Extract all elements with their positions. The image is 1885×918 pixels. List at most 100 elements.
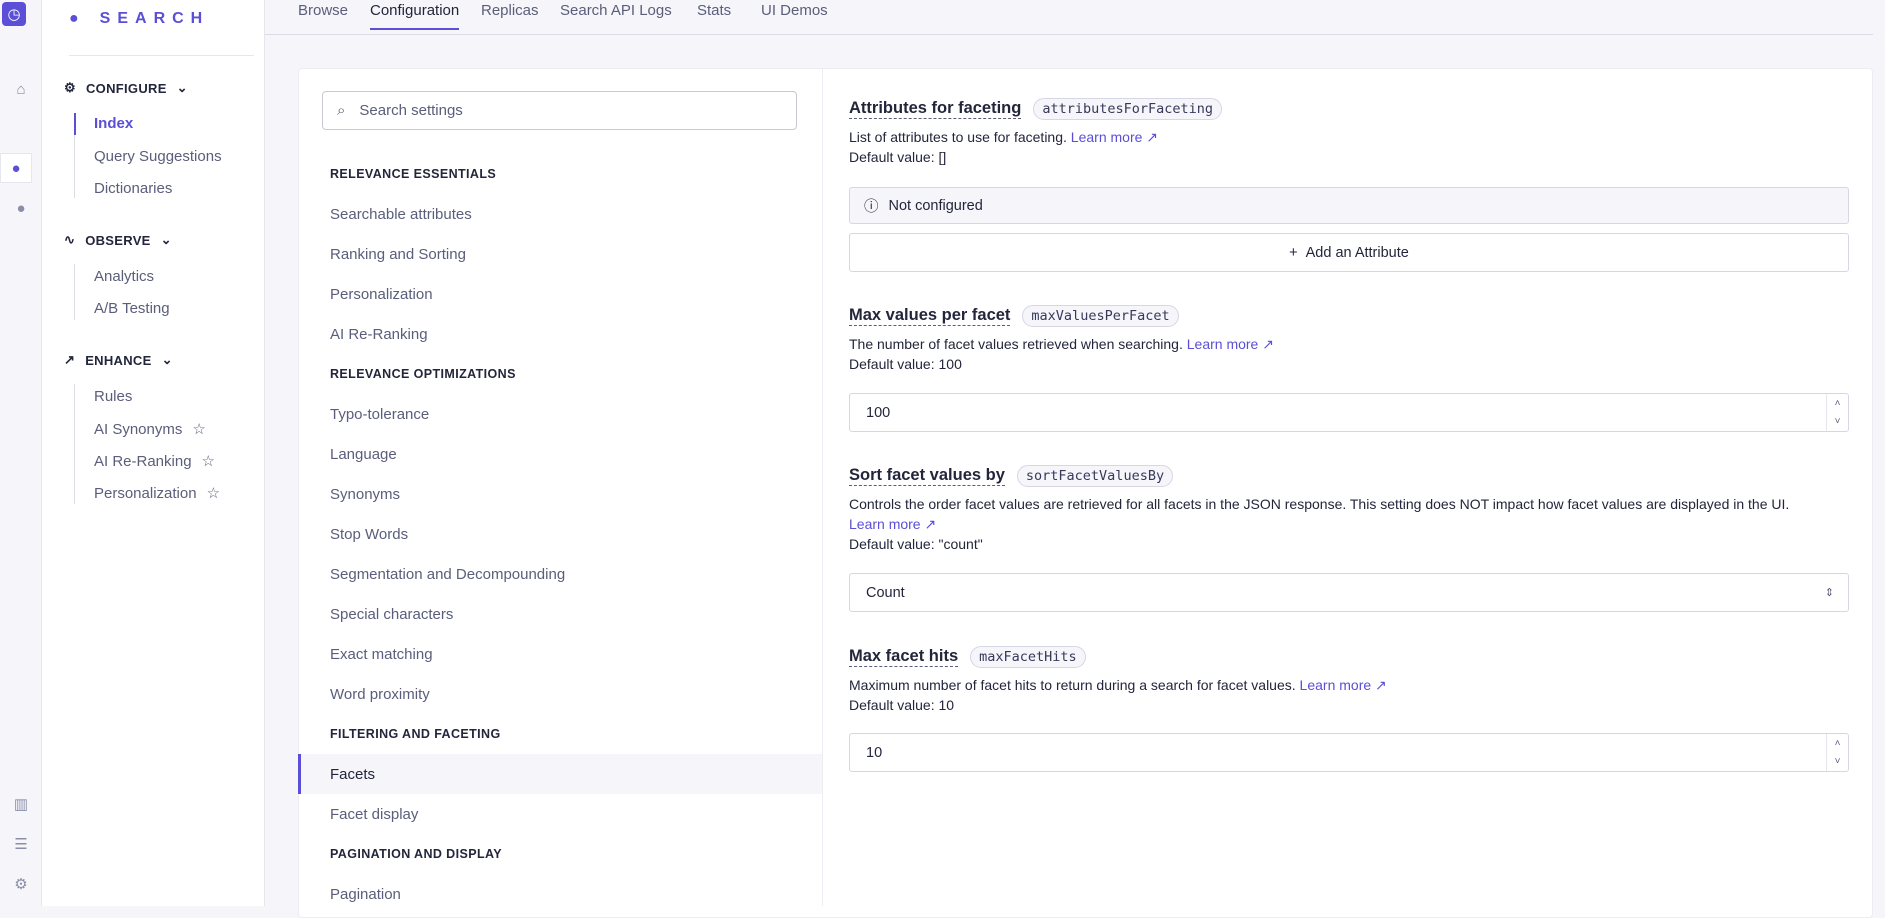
sidebar-item-ai-re-ranking[interactable]: AI Re-Ranking ☆ [94,452,215,471]
sidebar-item-index[interactable]: Index [94,115,133,132]
chart-icon[interactable]: ▥ [6,789,36,819]
settings-section-header: PAGINATION AND DISPLAY [330,847,503,861]
item-label: AI Synonyms [94,420,183,438]
tab-ui-demos[interactable]: UI Demos [761,2,828,28]
tab-replicas[interactable]: Replicas [481,2,539,28]
settings-item-pagination[interactable]: Pagination [298,874,822,914]
group-observe[interactable]: ∿ OBSERVE ⌄ [64,232,172,248]
bulb-icon[interactable]: ● [6,193,36,223]
group-label: CONFIGURE [85,80,167,96]
settings-item-segmentation-and-decompounding[interactable]: Segmentation and Decompounding [298,554,822,594]
setting-code-badge: maxFacetHits [970,646,1086,668]
learn-more-link[interactable]: Learn more ↗ [849,516,936,532]
selected-value: Count [866,584,905,601]
gear-icon[interactable]: ⚙ [6,869,36,899]
settings-item-special-characters[interactable]: Special characters [298,594,822,634]
input-value: 10 [866,744,883,761]
learn-more-link[interactable]: Learn more ↗ [1071,129,1158,145]
settings-item-searchable-attributes[interactable]: Searchable attributes [298,194,822,234]
section-max-facet-hits: Max facet hits maxFacetHits Maximum numbe… [849,646,1849,715]
icon-rail: ◷ ⌂ ● ● ▥ ☰ ⚙ [0,0,42,906]
sidebar-item-rules[interactable]: Rules [94,388,132,405]
setting-title: Max values per facet [849,306,1011,326]
chevron-down-icon: ⌄ [176,80,188,95]
group-configure[interactable]: ⚙ CONFIGURE ⌄ [64,80,188,96]
group-label: ENHANCE [85,352,152,368]
setting-title: Attributes for faceting [849,99,1022,119]
sidebar-item-analytics[interactable]: Analytics [94,268,154,285]
learn-more-link[interactable]: Learn more ↗ [1300,677,1387,693]
settings-item-stop-words[interactable]: Stop Words [298,514,822,554]
home-icon[interactable]: ⌂ [6,74,36,104]
gear-icon: ⚙ [64,80,76,95]
settings-item-typo-tolerance[interactable]: Typo-tolerance [298,394,822,434]
number-stepper[interactable]: ˄ ˅ [1826,734,1848,771]
chevron-up-icon[interactable]: ˄ [1827,394,1848,413]
max-facet-hits-input[interactable]: 10 ˄ ˅ [849,733,1849,772]
sidebar: ● SEARCH ⚙ CONFIGURE ⌄ Index Query Suggesti… [42,0,265,906]
star-icon: ☆ [201,453,215,470]
tab-browse[interactable]: Browse [298,2,348,28]
settings-section-header: RELEVANCE OPTIMIZATIONS [330,367,516,381]
button-label: Add an Attribute [1305,244,1409,261]
setting-description: Maximum number of facet hits to return d… [849,677,1296,693]
not-configured-notice: ⓘ Not configured [849,187,1849,224]
sidebar-item-dictionaries[interactable]: Dictionaries [94,180,172,197]
sidebar-item-query-suggestions[interactable]: Query Suggestions [94,148,222,165]
group-enhance[interactable]: ↗ ENHANCE ⌄ [64,352,173,368]
default-value: Default value: [] [849,149,947,165]
tab-configuration[interactable]: Configuration [370,2,460,30]
settings-item-facet-display[interactable]: Facet display [298,794,822,834]
settings-item-ai-re-ranking[interactable]: AI Re-Ranking [298,314,822,354]
settings-item-language[interactable]: Language [298,434,822,474]
app-name: SEARCH [99,10,210,27]
chevron-down-icon[interactable]: ˅ [1827,753,1848,772]
database-icon[interactable]: ☰ [6,829,36,859]
number-stepper[interactable]: ˄ ˅ [1826,394,1848,431]
default-value: Default value: "count" [849,536,983,552]
search-icon[interactable]: ● [0,153,32,183]
setting-code-badge: maxValuesPerFacet [1022,305,1179,327]
search-settings-input[interactable]: ⌕ Search settings [322,91,797,130]
sort-facet-values-select[interactable]: Count ⇕ [849,573,1849,612]
sidebar-item-personalization[interactable]: Personalization ☆ [94,484,221,503]
chevron-down-icon: ⌄ [160,232,172,247]
sidebar-item-ab-testing[interactable]: A/B Testing [94,300,170,317]
chevron-down-icon: ⌄ [161,352,173,367]
divider [69,55,254,56]
tab-search-api-logs[interactable]: Search API Logs [560,2,672,28]
setting-description: The number of facet values retrieved whe… [849,336,1183,352]
activity-icon: ∿ [64,232,76,247]
tab-bar: Browse Configuration Replicas Search API… [265,0,1873,35]
item-label: Personalization [94,484,197,502]
setting-title: Sort facet values by [849,466,1005,486]
chevron-up-icon[interactable]: ˄ [1827,734,1848,753]
setting-code-badge: attributesForFaceting [1033,98,1223,120]
setting-description: Controls the order facet values are retr… [849,496,1790,512]
chevron-down-icon[interactable]: ˅ [1827,413,1848,432]
settings-item-ranking-and-sorting[interactable]: Ranking and Sorting [298,234,822,274]
learn-more-link[interactable]: Learn more ↗ [1187,336,1274,352]
status-text: Not configured [888,197,983,214]
search-icon: ⌕ [337,102,346,119]
setting-code-badge: sortFacetValuesBy [1016,465,1174,487]
max-values-per-facet-input[interactable]: 100 ˄ ˅ [849,393,1849,432]
divider [74,264,75,320]
default-value: Default value: 10 [849,697,955,713]
search-placeholder: Search settings [359,102,463,119]
settings-item-synonyms[interactable]: Synonyms [298,474,822,514]
section-attributes-for-faceting: Attributes for faceting attributesForFace… [849,98,1849,167]
settings-item-facets[interactable]: Facets [298,754,822,794]
section-sort-facet-values-by: Sort facet values by sortFacetValuesBy Co… [849,465,1849,554]
settings-list: ⌕ Search settings RELEVANCE ESSENTIALS Sea… [298,68,823,906]
settings-item-word-proximity[interactable]: Word proximity [298,674,822,714]
item-label: AI Re-Ranking [94,452,192,470]
tab-stats[interactable]: Stats [697,2,731,28]
logo-icon[interactable]: ◷ [2,2,26,26]
star-icon: ☆ [206,485,221,502]
sidebar-item-ai-synonyms[interactable]: AI Synonyms ☆ [94,420,206,439]
settings-item-personalization[interactable]: Personalization [298,274,822,314]
settings-item-exact-matching[interactable]: Exact matching [298,634,822,674]
add-attribute-button[interactable]: + Add an Attribute [849,233,1849,272]
active-indicator [74,113,76,135]
